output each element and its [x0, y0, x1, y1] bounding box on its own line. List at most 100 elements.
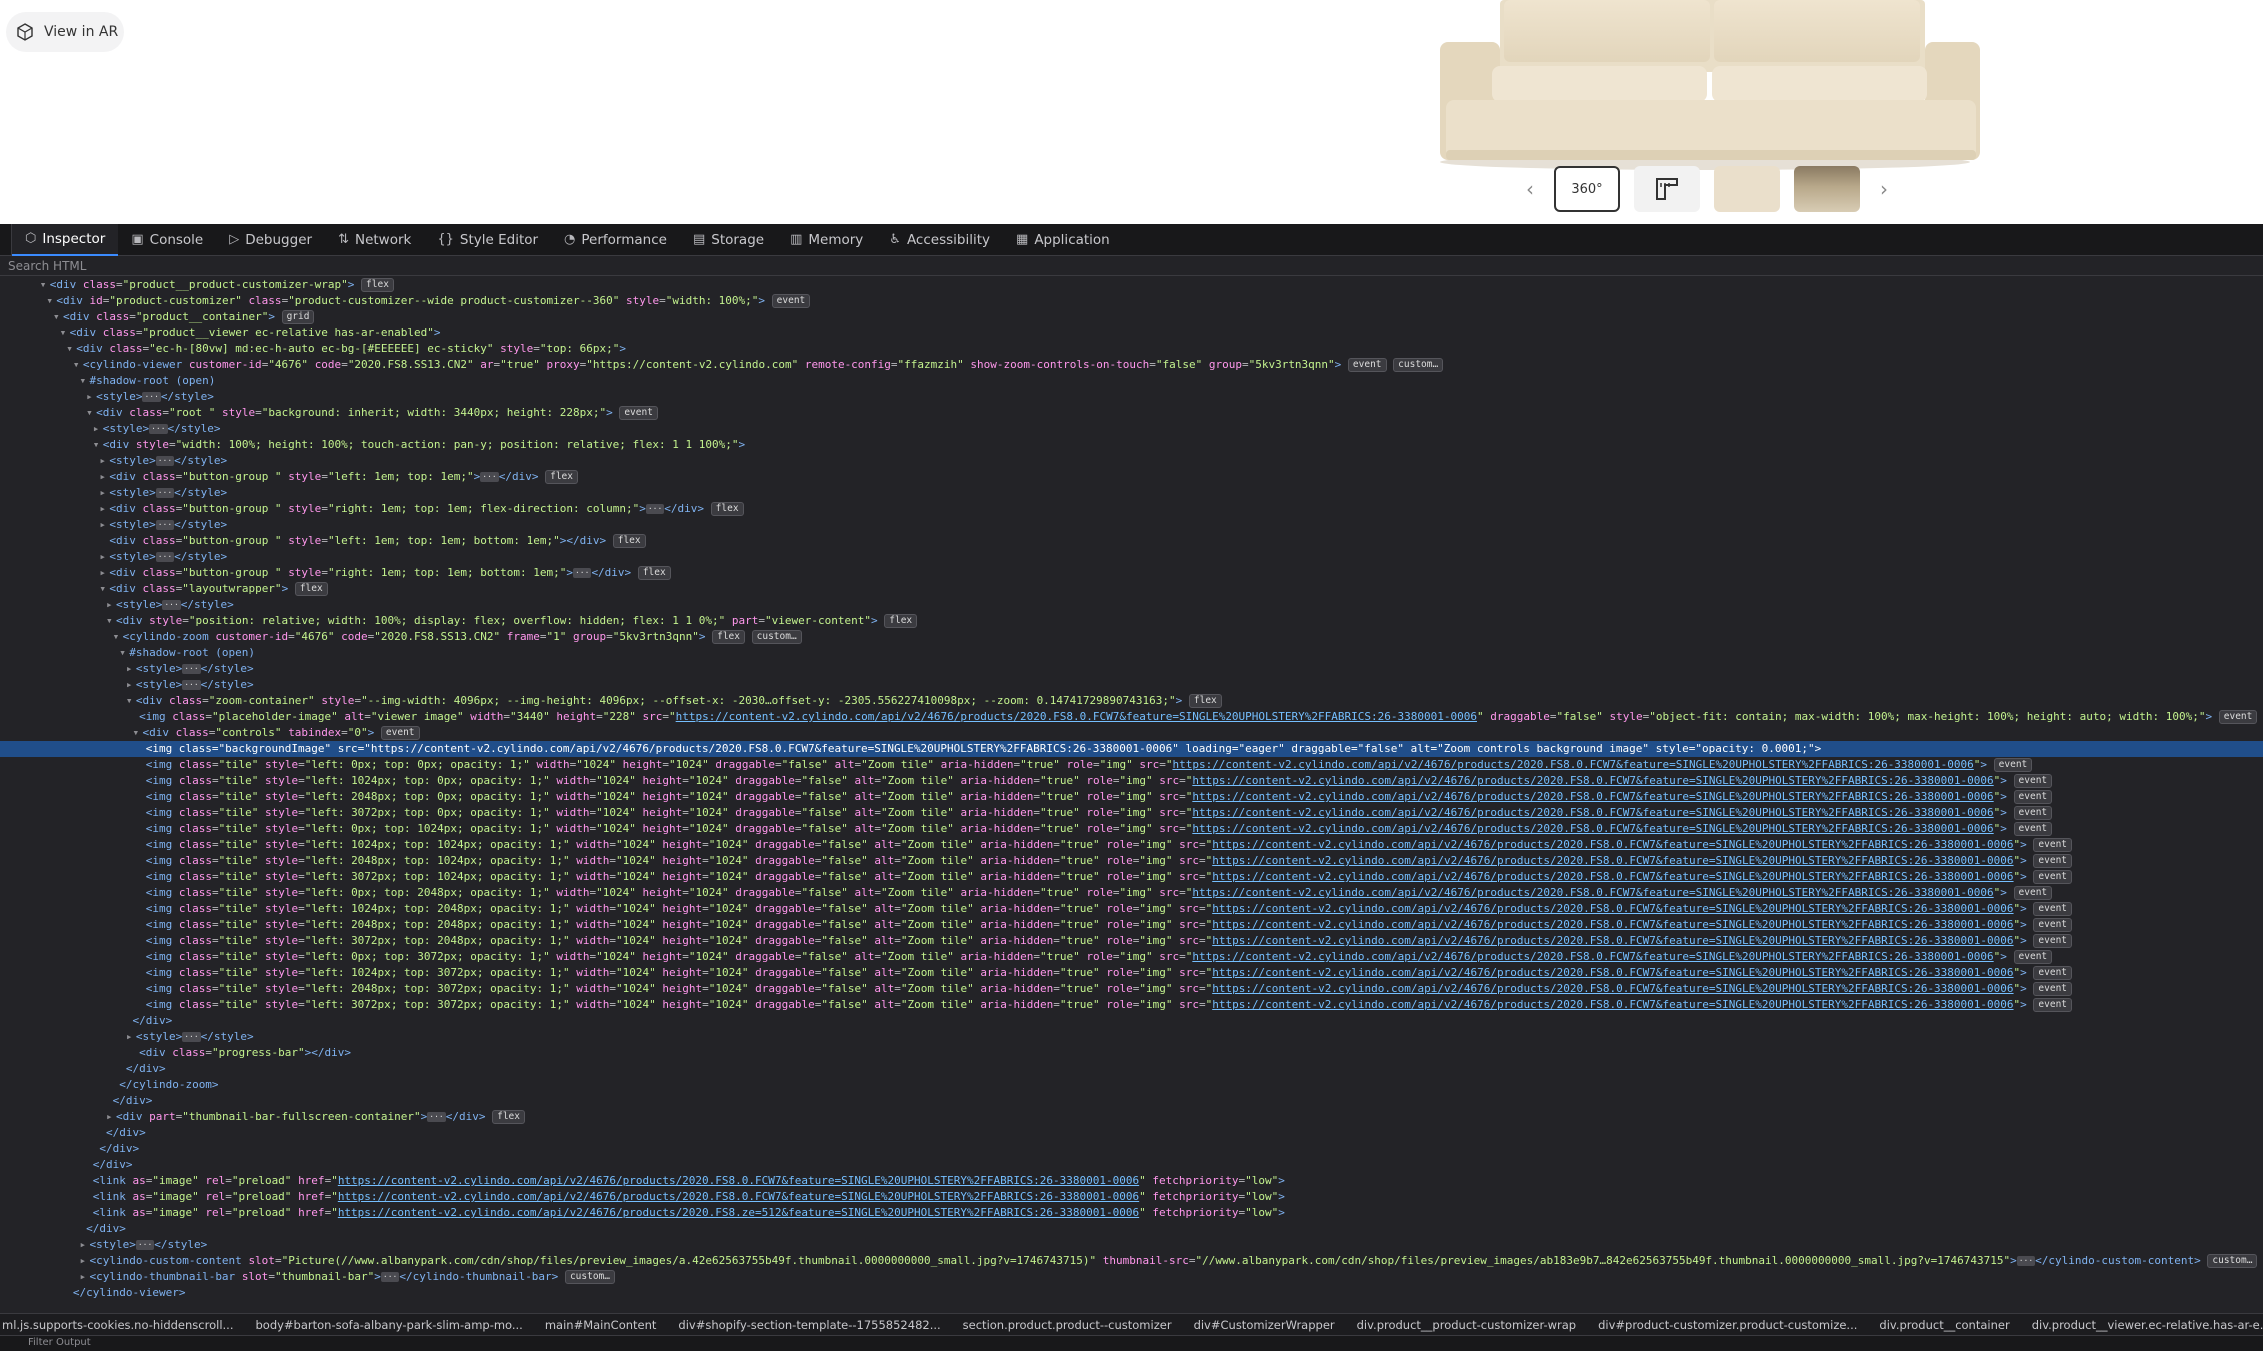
thumbnail-room-scene[interactable] [1794, 166, 1860, 212]
tree-node[interactable]: ▸ <style> ··· </style> [0, 597, 2263, 613]
tree-node-tile[interactable]: <img class="tile" style="left: 0px; top:… [0, 885, 2263, 901]
tree-node-tile[interactable]: <img class="tile" style="left: 3072px; t… [0, 805, 2263, 821]
tree-node[interactable]: ▸ <style> ··· </style> [0, 453, 2263, 469]
breadcrumb-item[interactable]: div#CustomizerWrapper [1194, 1318, 1335, 1332]
tab-storage[interactable]: ▤ Storage [680, 224, 777, 256]
view-in-ar-label: View in AR [44, 24, 119, 40]
tree-node[interactable]: ▾ <div class="root " style="background: i… [0, 405, 2263, 421]
tab-debugger[interactable]: ▷ Debugger [216, 224, 325, 256]
tree-node-tile[interactable]: <img class="tile" style="left: 1024px; t… [0, 965, 2263, 981]
tree-node[interactable]: ▸ <style> ··· </style> [0, 389, 2263, 405]
tab-application[interactable]: ▦ Application [1003, 224, 1123, 256]
breadcrumb-item[interactable]: div.product__product-customizer-wrap [1357, 1318, 1576, 1332]
tree-node-tile[interactable]: <img class="tile" style="left: 3072px; t… [0, 997, 2263, 1013]
tree-node-tile[interactable]: <img class="tile" style="left: 0px; top:… [0, 949, 2263, 965]
tree-node[interactable]: </div> [0, 1013, 2263, 1029]
search-html-input[interactable]: Search HTML [0, 256, 2263, 276]
tab-style-editor[interactable]: {} Style Editor [424, 224, 551, 256]
thumbnail-360-label: 360° [1571, 181, 1603, 197]
tree-node[interactable]: <link as="image" rel="preload" href="htt… [0, 1205, 2263, 1221]
thumbnail-fabric[interactable] [1714, 166, 1780, 212]
tree-node[interactable]: ▸ <style> ··· </style> [0, 421, 2263, 437]
tree-node-tile[interactable]: <img class="tile" style="left: 1024px; t… [0, 901, 2263, 917]
tree-node[interactable]: ▾ <div class="product__container"> grid [0, 309, 2263, 325]
tree-node[interactable]: ▸ <style> ··· </style> [0, 1237, 2263, 1253]
tab-accessibility[interactable]: ♿ Accessibility [876, 224, 1003, 256]
tree-node-tile[interactable]: <img class="tile" style="left: 2048px; t… [0, 917, 2263, 933]
breadcrumb-item[interactable]: div#shopify-section-template--1755852482… [678, 1318, 940, 1332]
tree-node[interactable]: </div> [0, 1141, 2263, 1157]
breadcrumb-item[interactable]: section.product.product--customizer [963, 1318, 1172, 1332]
tree-node[interactable]: <div class="button-group " style="left: … [0, 533, 2263, 549]
tree-node[interactable]: <img class="placeholder-image" alt="view… [0, 709, 2263, 725]
tree-node-tile[interactable]: <img class="tile" style="left: 2048px; t… [0, 789, 2263, 805]
tree-node[interactable]: ▸<button class="ec-w-[40px] md:ec-w-[120… [0, 1301, 2263, 1302]
tree-node-tile[interactable]: <img class="tile" style="left: 0px; top:… [0, 757, 2263, 773]
tree-node[interactable]: ▾ <div style="width: 100%; height: 100%; … [0, 437, 2263, 453]
tree-node[interactable]: ▾ <div class="controls" tabindex="0"> eve… [0, 725, 2263, 741]
tree-node[interactable]: ▾ <div id="product-customizer" class="pro… [0, 293, 2263, 309]
breadcrumb-item[interactable]: div.product__container [1879, 1318, 2009, 1332]
tree-node[interactable]: </div> [0, 1093, 2263, 1109]
tree-node-tile[interactable]: <img class="tile" style="left: 1024px; t… [0, 837, 2263, 853]
pick-element-icon[interactable] [0, 224, 12, 256]
tab-network[interactable]: ⇅ Network [325, 224, 424, 256]
tree-node[interactable]: ▸ <cylindo-custom-content slot="Picture(/… [0, 1253, 2263, 1269]
tree-node[interactable]: ▾ <div class="zoom-container" style="--im… [0, 693, 2263, 709]
tree-node-tile[interactable]: <img class="tile" style="left: 0px; top:… [0, 821, 2263, 837]
tree-node[interactable]: </cylindo-zoom> [0, 1077, 2263, 1093]
view-in-ar-button[interactable]: View in AR [6, 12, 124, 52]
tree-node-tile[interactable]: <img class="tile" style="left: 3072px; t… [0, 869, 2263, 885]
tree-node-tile[interactable]: <img class="tile" style="left: 3072px; t… [0, 933, 2263, 949]
tree-node[interactable]: <link as="image" rel="preload" href="htt… [0, 1173, 2263, 1189]
breadcrumb-item[interactable]: body#barton-sofa-albany-park-slim-amp-mo… [255, 1318, 522, 1332]
tree-node[interactable]: </div> [0, 1125, 2263, 1141]
tab-performance[interactable]: ◔ Performance [551, 224, 680, 256]
braces-icon: {} [437, 232, 454, 247]
tree-node[interactable]: ▾ <div class="product__viewer ec-relative… [0, 325, 2263, 341]
thumbnail-dimensions[interactable] [1634, 166, 1700, 212]
tree-node[interactable]: ▸ <style> ··· </style> [0, 677, 2263, 693]
chevron-right-icon[interactable]: › [1874, 177, 1894, 201]
tree-node[interactable]: ▸ <style> ··· </style> [0, 485, 2263, 501]
tree-node[interactable]: ▸ <div class="button-group " style="right… [0, 565, 2263, 581]
tree-node[interactable]: ▸ <style> ··· </style> [0, 517, 2263, 533]
tree-node[interactable]: ▾ #shadow-root (open) [0, 645, 2263, 661]
tree-node[interactable]: ▾ <cylindo-zoom customer-id="4676" code="… [0, 629, 2263, 645]
tree-node-selected[interactable]: <img class="backgroundImage" src="https:… [0, 741, 2263, 757]
tab-console[interactable]: ▣ Console [118, 224, 216, 256]
tree-node[interactable]: ▾ #shadow-root (open) [0, 373, 2263, 389]
tree-node-tile[interactable]: <img class="tile" style="left: 2048px; t… [0, 981, 2263, 997]
tree-node[interactable]: ▸ <div class="button-group " style="left:… [0, 469, 2263, 485]
tree-node[interactable]: ▾ <cylindo-viewer customer-id="4676" code… [0, 357, 2263, 373]
tree-node-tile[interactable]: <img class="tile" style="left: 2048px; t… [0, 853, 2263, 869]
tree-node[interactable]: ▸ <div part="thumbnail-bar-fullscreen-con… [0, 1109, 2263, 1125]
tree-node[interactable]: <link as="image" rel="preload" href="htt… [0, 1189, 2263, 1205]
tree-node[interactable]: ▾ <div class="product__product-customizer… [0, 277, 2263, 293]
tree-node-tile[interactable]: <img class="tile" style="left: 1024px; t… [0, 773, 2263, 789]
tree-node[interactable]: </div> [0, 1221, 2263, 1237]
markup-tree[interactable]: ▾ <div class="product__product-customizer… [0, 277, 2263, 1302]
tree-node[interactable]: </div> [0, 1061, 2263, 1077]
thumbnail-360[interactable]: 360° [1554, 166, 1620, 212]
tree-node[interactable]: ▸ <div class="button-group " style="right… [0, 501, 2263, 517]
breadcrumb-item[interactable]: div#product-customizer.product-customize… [1598, 1318, 1857, 1332]
chevron-left-icon[interactable]: ‹ [1520, 177, 1540, 201]
tree-node[interactable]: ▾ <div class="ec-h-[80vw] md:ec-h-auto ec… [0, 341, 2263, 357]
filter-output-input[interactable]: Filter Output [0, 1335, 2263, 1351]
tab-inspector[interactable]: ⬡ Inspector [12, 224, 119, 256]
breadcrumb-item[interactable]: main#MainContent [545, 1318, 657, 1332]
tree-node[interactable]: ▾ <div class="layoutwrapper"> flex [0, 581, 2263, 597]
debugger-icon: ▷ [229, 232, 240, 247]
tree-node[interactable]: ▸ <style> ··· </style> [0, 549, 2263, 565]
tree-node[interactable]: </div> [0, 1157, 2263, 1173]
tab-memory[interactable]: ▥ Memory [777, 224, 876, 256]
tree-node[interactable]: ▸ <style> ··· </style> [0, 661, 2263, 677]
tree-node[interactable]: </cylindo-viewer> [0, 1285, 2263, 1301]
breadcrumb-item[interactable]: div.product__viewer.ec-relative.has-ar-e… [2032, 1318, 2263, 1332]
tree-node[interactable]: ▸ <cylindo-thumbnail-bar slot="thumbnail-… [0, 1269, 2263, 1285]
tree-node[interactable]: <div class="progress-bar"></div> [0, 1045, 2263, 1061]
breadcrumb-item[interactable]: ml.js.supports-cookies.no-hiddenscroll..… [2, 1318, 233, 1332]
tree-node[interactable]: ▾ <div style="position: relative; width: … [0, 613, 2263, 629]
tree-node[interactable]: ▸ <style> ··· </style> [0, 1029, 2263, 1045]
